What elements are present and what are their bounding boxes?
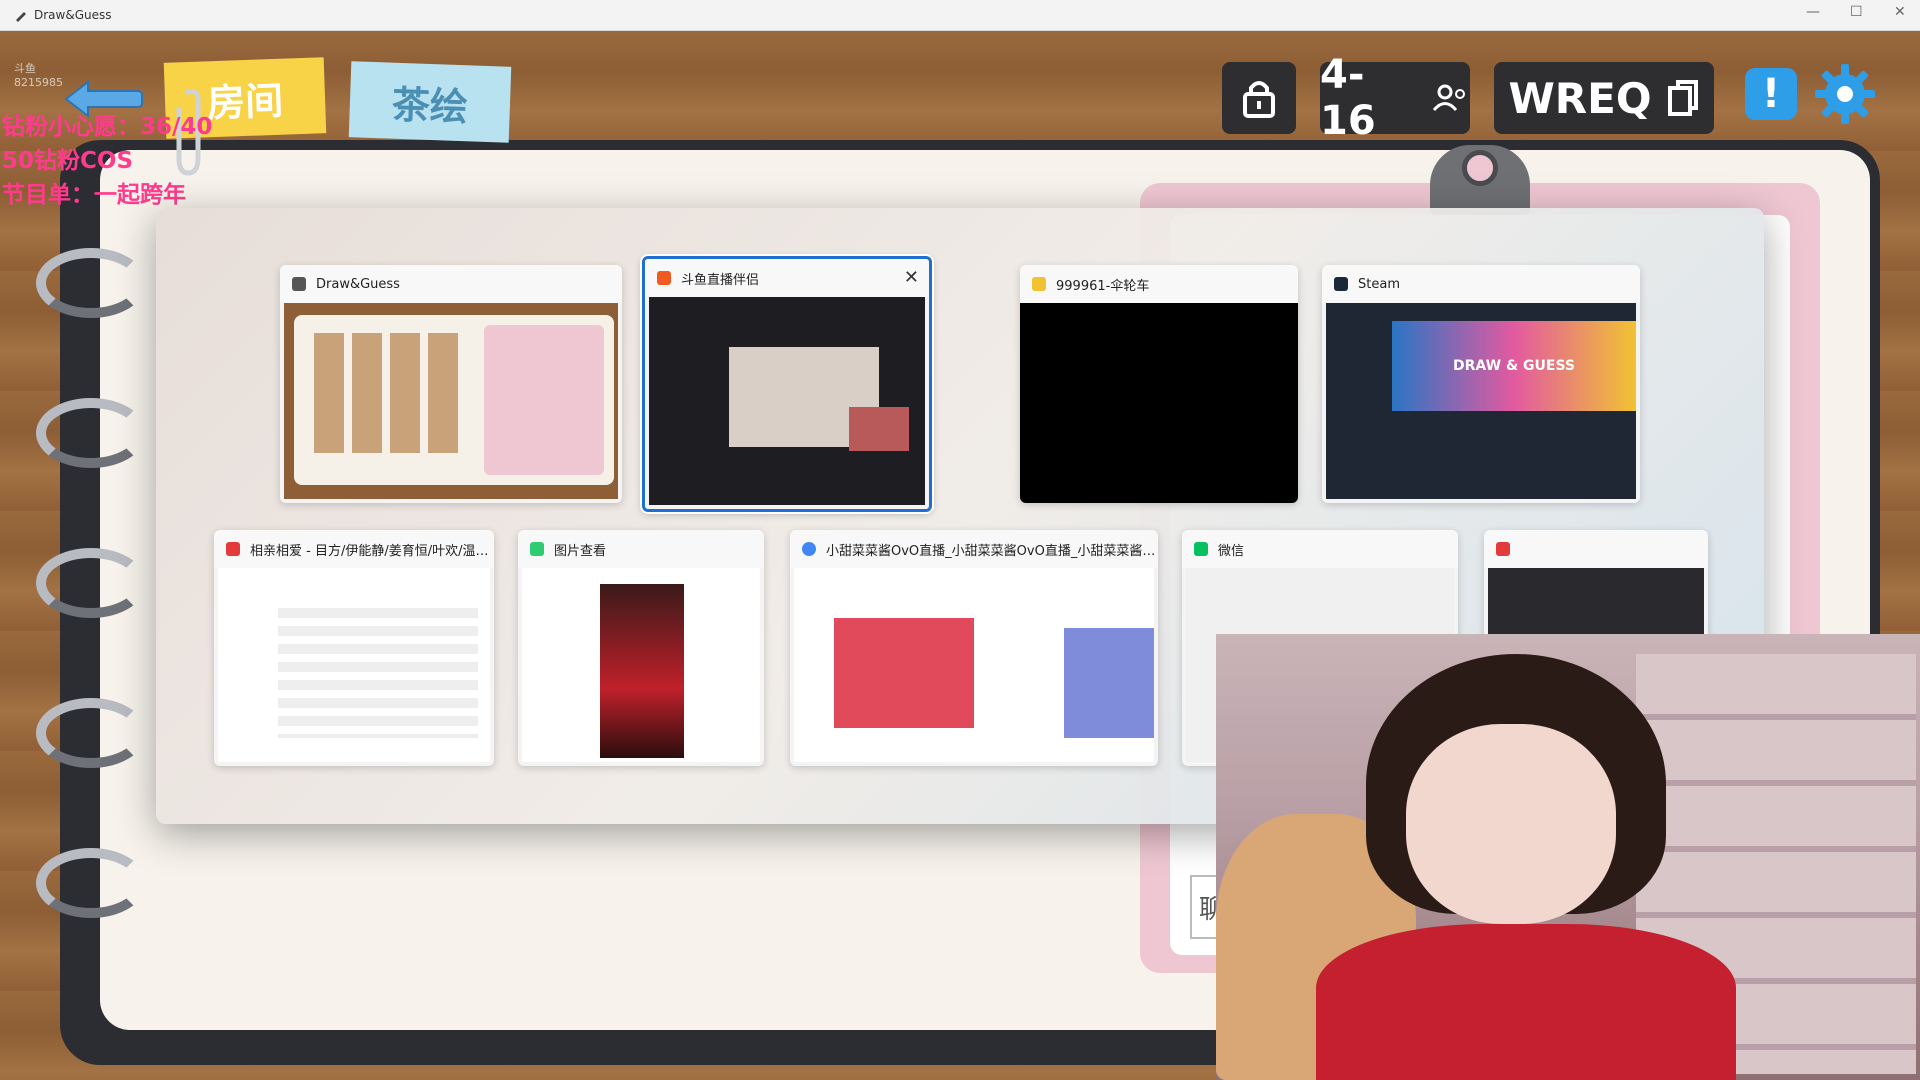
window-thumbnail — [522, 568, 760, 762]
close-window-button[interactable]: ✕ — [1894, 4, 1906, 20]
browser-icon — [802, 542, 816, 556]
switcher-window-999961[interactable]: 999961-伞轮车 — [1020, 265, 1298, 503]
users-icon — [1432, 84, 1465, 112]
clip-hole — [1462, 150, 1498, 186]
watermark-logo-text: 斗鱼 — [14, 62, 36, 75]
window-title: 斗鱼直播伴侣 — [681, 272, 760, 288]
person-body — [1316, 924, 1736, 1080]
window-title: 微信 — [1218, 543, 1245, 559]
window-title: 999961-伞轮车 — [1056, 278, 1150, 294]
app-icon — [1496, 542, 1510, 556]
overlay-line: 节目单：一起跨年 — [2, 182, 186, 208]
ring-binder-icon — [36, 548, 146, 618]
douyu-watermark: 斗鱼 8215985 — [14, 60, 63, 89]
stream-overlay-text: 钻粉小心愿：36/40 50钻粉COS 节目单：一起跨年 — [2, 110, 212, 212]
switcher-window-browser[interactable]: 小甜菜菜酱OvO直播_小甜菜菜酱OvO直播_小甜菜菜酱OvO... — [790, 530, 1158, 766]
webcam-feed — [1216, 634, 1920, 1080]
window-thumbnail — [284, 303, 618, 499]
tab-tea-drawing[interactable]: 茶绘 — [348, 61, 512, 143]
window-title-bar: Draw&Guess — ☐ ✕ — [0, 0, 1920, 31]
window-thumbnail — [1020, 303, 1298, 503]
maximize-button[interactable]: ☐ — [1850, 4, 1863, 20]
steam-icon — [1334, 277, 1348, 291]
window-title: 图片查看 — [554, 543, 607, 559]
minimize-button[interactable]: — — [1806, 4, 1820, 20]
window-title: Steam — [1358, 276, 1400, 292]
room-code-value: WREQ — [1508, 73, 1652, 123]
player-count-value: 4-16 — [1320, 52, 1376, 144]
window-title: Draw&Guess — [34, 8, 112, 22]
copy-icon[interactable] — [1666, 78, 1700, 118]
pencil-icon — [292, 277, 306, 291]
window-title: Draw&Guess — [316, 276, 400, 292]
room-code[interactable]: WREQ — [1494, 62, 1714, 134]
watermark-room-id: 8215985 — [14, 76, 63, 89]
ring-binder-icon — [36, 698, 146, 768]
window-thumbnail: DRAW & GUESS — [1326, 303, 1636, 499]
lock-button[interactable] — [1222, 62, 1296, 134]
switcher-window-image-viewer[interactable]: 图片查看 — [518, 530, 764, 766]
music-icon — [226, 542, 240, 556]
ring-binder-icon — [36, 248, 146, 318]
alert-button[interactable]: ! — [1745, 68, 1797, 120]
player-count: 4-16 — [1320, 52, 1470, 144]
window-thumbnail — [218, 568, 490, 762]
image-icon — [530, 542, 544, 556]
switcher-window-steam[interactable]: Steam DRAW & GUESS — [1322, 265, 1640, 503]
app-icon — [1032, 277, 1046, 291]
close-icon[interactable]: ✕ — [904, 267, 919, 288]
lock-icon — [1243, 81, 1275, 118]
switcher-window-music[interactable]: 相亲相爱 - 目方/伊能静/姜育恒/叶欢/温兆... — [214, 530, 494, 766]
switcher-window-douyu[interactable]: 斗鱼直播伴侣 ✕ — [642, 256, 932, 512]
steam-banner: DRAW & GUESS — [1392, 321, 1636, 411]
window-thumbnail — [649, 297, 925, 505]
pencil-icon — [16, 12, 26, 22]
switcher-window-drawguess[interactable]: Draw&Guess — [280, 265, 622, 503]
douyu-icon — [657, 271, 671, 285]
wechat-icon — [1194, 542, 1208, 556]
overlay-line: 钻粉小心愿：36/40 — [2, 114, 213, 140]
person-face — [1406, 724, 1616, 924]
window-thumbnail — [794, 568, 1154, 762]
ring-binder-icon — [36, 398, 146, 468]
window-title: 相亲相爱 - 目方/伊能静/姜育恒/叶欢/温兆... — [250, 543, 494, 559]
ring-binder-icon — [36, 848, 146, 918]
window-title: 小甜菜菜酱OvO直播_小甜菜菜酱OvO直播_小甜菜菜酱OvO... — [826, 543, 1158, 559]
gear-icon[interactable] — [1813, 62, 1877, 126]
overlay-line: 50钻粉COS — [2, 148, 134, 174]
